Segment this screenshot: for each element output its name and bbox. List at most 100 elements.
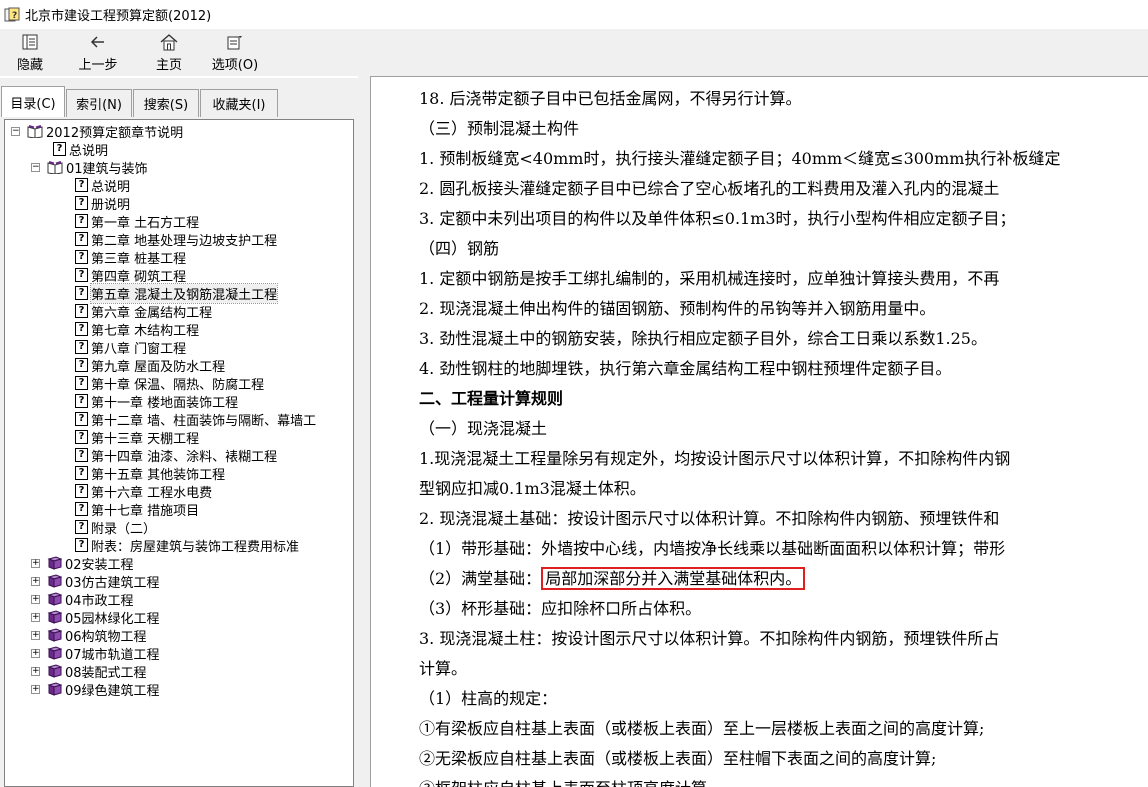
tree-item-ch01-6[interactable]: ? 第五章 混凝土及钢筋混凝土工程: [75, 282, 279, 304]
content-line: 计算。: [419, 659, 468, 678]
tree-item-ch01-15[interactable]: ? 第十四章 油漆、涂料、裱糊工程: [75, 446, 277, 465]
window-title: 北京市建设工程预算定额(2012): [25, 9, 212, 24]
tree-item-ch01-2[interactable]: ? 第一章 土石方工程: [75, 212, 199, 231]
help-page-icon: ?: [75, 430, 88, 444]
closed-book-icon: [47, 556, 63, 570]
tree-item-ch01-19[interactable]: ? 附录（二）: [75, 518, 156, 537]
tree-item-ch01-13[interactable]: ? 第十二章 墙、柱面装饰与隔断、幕墙工: [75, 410, 316, 429]
collapse-toggle[interactable]: −: [31, 163, 40, 172]
help-page-icon: ?: [75, 322, 88, 336]
content-line: 2. 圆孔板接头灌缝定额子目中已综合了空心板堵孔的工料费用及灌入孔内的混凝土: [419, 179, 1000, 198]
closed-book-icon: [47, 592, 63, 606]
section-heading: 二、工程量计算规则: [419, 389, 564, 408]
help-page-icon: ?: [75, 286, 88, 300]
content-line: （2）满堂基础： 局部加深部分并入满堂基础体积内。: [419, 567, 806, 591]
tab-contents[interactable]: 目录(C): [1, 86, 65, 117]
tree-item-root[interactable]: 2012预算定额章节说明: [27, 122, 183, 141]
content-heading: （三）预制混凝土构件: [419, 119, 580, 138]
tree-item-ch01-8[interactable]: ? 第七章 木结构工程: [75, 320, 199, 339]
options-button[interactable]: 选项(O): [204, 29, 266, 74]
help-page-icon: ?: [75, 358, 88, 372]
tree-item-book-04[interactable]: 04市政工程: [47, 590, 134, 609]
content-line: 2. 现浇混凝土伸出构件的锚固钢筋、预制构件的吊钩等并入钢筋用量中。: [419, 299, 936, 318]
help-page-icon: ?: [75, 214, 88, 228]
svg-text:?: ?: [12, 11, 17, 21]
help-page-icon: ?: [75, 412, 88, 426]
content-line: 4. 劲性钢柱的地脚埋铁，执行第六章金属结构工程中钢柱预埋件定额子目。: [419, 359, 952, 378]
content-line: （3）杯形基础：应扣除杯口所占体积。: [419, 599, 702, 618]
tree-item-ch01-11[interactable]: ? 第十章 保温、隔热、防腐工程: [75, 374, 264, 393]
tab-index[interactable]: 索引(N): [66, 89, 132, 117]
tab-favorites[interactable]: 收藏夹(I): [200, 89, 278, 117]
expand-toggle[interactable]: +: [31, 649, 40, 658]
help-page-icon: ?: [75, 502, 88, 516]
tree-item-ch01-10[interactable]: ? 第九章 屋面及防水工程: [75, 356, 225, 375]
hide-button[interactable]: 隐藏: [4, 29, 56, 74]
tree-item-ch01-7[interactable]: ? 第六章 金属结构工程: [75, 302, 212, 321]
back-button[interactable]: 上一步: [66, 29, 130, 74]
expand-toggle[interactable]: +: [31, 667, 40, 676]
tree-item-book-06[interactable]: 06构筑物工程: [47, 626, 147, 645]
tree-item-ch01-18[interactable]: ? 第十七章 措施项目: [75, 500, 199, 519]
toolbar: 隐藏 上一步 主页 选项(O): [0, 29, 1148, 76]
tree-item-ch01-14[interactable]: ? 第十三章 天棚工程: [75, 428, 199, 447]
expand-toggle[interactable]: +: [31, 559, 40, 568]
help-page-icon: ?: [75, 520, 88, 534]
back-arrow-icon: [88, 32, 108, 52]
closed-book-icon: [47, 610, 63, 624]
tree-item-book-05[interactable]: 05园林绿化工程: [47, 608, 160, 627]
tree-item-book-03[interactable]: 03仿古建筑工程: [47, 572, 160, 591]
help-page-icon: ?: [75, 232, 88, 246]
tab-search[interactable]: 搜索(S): [133, 89, 199, 117]
tree-item-ch01-12[interactable]: ? 第十一章 楼地面装饰工程: [75, 392, 238, 411]
content-line: 型钢应扣减0.1m3混凝土体积。: [419, 479, 646, 498]
closed-book-icon: [47, 646, 63, 660]
content-line: 1.现浇混凝土工程量除另有规定外，均按设计图示尺寸以体积计算，不扣除构件内钢: [419, 449, 1011, 468]
tree-item-overview[interactable]: ? 总说明: [53, 140, 108, 159]
expand-toggle[interactable]: +: [31, 613, 40, 622]
tree-item-ch01-4[interactable]: ? 第三章 桩基工程: [75, 248, 186, 267]
help-page-icon: ?: [75, 466, 88, 480]
tree-item-ch01-9[interactable]: ? 第八章 门窗工程: [75, 338, 186, 357]
tree-item-book-08[interactable]: 08装配式工程: [47, 662, 147, 681]
highlighted-text: 局部加深部分并入满堂基础体积内。: [541, 567, 806, 590]
home-icon: [159, 32, 179, 52]
help-page-icon: ?: [75, 448, 88, 462]
tree-item-book-02[interactable]: 02安装工程: [47, 554, 134, 573]
tree-item-ch01-5[interactable]: ? 第四章 砌筑工程: [75, 266, 186, 285]
content-heading: （一）现浇混凝土: [419, 419, 548, 438]
tree-item-ch01-3[interactable]: ? 第二章 地基处理与边坡支护工程: [75, 230, 277, 249]
pane-splitter[interactable]: [358, 76, 370, 787]
help-page-icon: ?: [75, 268, 88, 282]
tree-item-book-09[interactable]: 09绿色建筑工程: [47, 680, 160, 699]
help-page-icon: ?: [75, 538, 88, 552]
tree-item-ch01-0[interactable]: ? 总说明: [75, 176, 130, 195]
content-line: （1）带形基础：外墙按中心线，内墙按净长线乘以基础断面面积以体积计算；带形: [419, 539, 1006, 558]
tree-item-book-07[interactable]: 07城市轨道工程: [47, 644, 160, 663]
tree-item-ch01-17[interactable]: ? 第十六章 工程水电费: [75, 482, 212, 501]
open-book-icon: [27, 124, 43, 139]
help-page-icon: ?: [75, 196, 88, 210]
content-line: 3. 劲性混凝土中的钢筋安装，除执行相应定额子目外，综合工日乘以系数1.25。: [419, 329, 987, 348]
content-line: 3. 现浇混凝土柱：按设计图示尺寸以体积计算。不扣除构件内钢筋，预埋铁件所占: [419, 629, 1000, 648]
tree-item-ch01-16[interactable]: ? 第十五章 其他装饰工程: [75, 464, 225, 483]
collapse-toggle[interactable]: −: [11, 127, 20, 136]
tree-item-ch01-1[interactable]: ? 册说明: [75, 194, 130, 213]
closed-book-icon: [47, 628, 63, 642]
contents-tree[interactable]: − 2012预算定额章节说明 ? 总说明 − 01建筑与装饰 ? 总说明 ? 册说明…: [4, 119, 354, 787]
home-button[interactable]: 主页: [142, 29, 196, 74]
expand-toggle[interactable]: +: [31, 595, 40, 604]
options-icon: [225, 32, 245, 52]
help-page-icon: ?: [75, 394, 88, 408]
navigation-pane: 目录(C) 索引(N) 搜索(S) 收藏夹(I) − 2012预算定额章节说明 …: [0, 78, 358, 787]
expand-toggle[interactable]: +: [31, 577, 40, 586]
tree-item-ch01-20[interactable]: ? 附表：房屋建筑与装饰工程费用标准: [75, 536, 299, 555]
expand-toggle[interactable]: +: [31, 685, 40, 694]
nav-tabs: 目录(C) 索引(N) 搜索(S) 收藏夹(I): [1, 86, 279, 117]
content-line-label: （2）满堂基础：: [419, 569, 542, 588]
content-line: 1. 预制板缝宽<40mm时，执行接头灌缝定额子目；40mm＜缝宽≤300mm执…: [419, 149, 1061, 168]
help-app-icon: ?: [4, 7, 20, 23]
open-book-icon: [47, 160, 63, 175]
expand-toggle[interactable]: +: [31, 631, 40, 640]
tree-item-ch01[interactable]: 01建筑与装饰: [47, 158, 148, 177]
